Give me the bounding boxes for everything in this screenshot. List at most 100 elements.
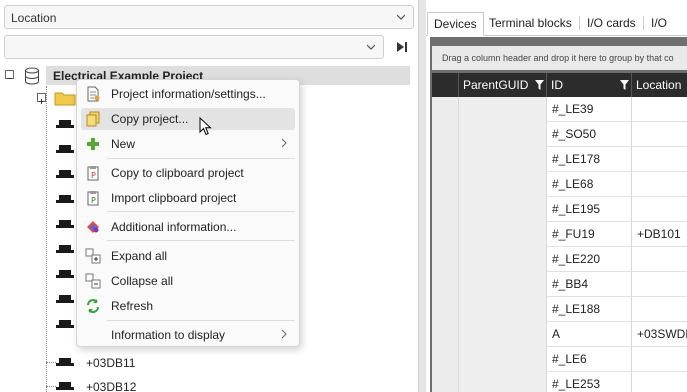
cell-location[interactable]: [632, 147, 687, 172]
table-row[interactable]: #_LE6: [432, 347, 687, 372]
device-icon: [56, 145, 74, 153]
cell-parentguid[interactable]: [459, 347, 547, 372]
cell-location[interactable]: [632, 347, 687, 372]
cell-location[interactable]: [632, 247, 687, 272]
filter-dropdown[interactable]: [4, 35, 384, 59]
cell-id[interactable]: #_LE195: [547, 197, 632, 222]
cell-parentguid[interactable]: [459, 147, 547, 172]
menu-item-refresh[interactable]: Refresh: [81, 295, 295, 317]
cell-parentguid[interactable]: [459, 122, 547, 147]
menu-item-label: Collapse all: [111, 274, 174, 288]
tab-terminal-blocks[interactable]: Terminal blocks: [483, 12, 578, 36]
table-row[interactable]: #_LE253: [432, 372, 687, 392]
table-row[interactable]: #_LE68: [432, 172, 687, 197]
row-selector[interactable]: [432, 197, 459, 222]
table-row[interactable]: #_LE195: [432, 197, 687, 222]
cell-location[interactable]: +DB101: [632, 222, 687, 247]
cell-parentguid[interactable]: [459, 247, 547, 272]
expand-toggle[interactable]: [37, 93, 46, 104]
cell-parentguid[interactable]: [459, 372, 547, 392]
row-selector[interactable]: [432, 297, 459, 322]
row-selector[interactable]: [432, 97, 459, 122]
cell-id[interactable]: #_FU19: [547, 222, 632, 247]
pane-splitter[interactable]: [418, 0, 426, 392]
tree-item[interactable]: +03DB11: [46, 351, 246, 375]
tab-devices[interactable]: Devices: [427, 12, 484, 36]
cell-location[interactable]: [632, 272, 687, 297]
menu-separator: [107, 320, 295, 321]
row-selector[interactable]: [432, 322, 459, 347]
cell-id[interactable]: #_LE188: [547, 297, 632, 322]
database-icon: [25, 67, 39, 85]
row-selector[interactable]: [432, 372, 459, 392]
collapse-toggle[interactable]: [5, 70, 14, 79]
row-selector[interactable]: [432, 272, 459, 297]
menu-item-copy-to-clipboard[interactable]: P Copy to clipboard project: [81, 162, 295, 184]
row-selector[interactable]: [432, 122, 459, 147]
table-row[interactable]: #_FU19 +DB101: [432, 222, 687, 247]
cell-id[interactable]: A: [547, 322, 632, 347]
menu-item-information-to-display[interactable]: Information to display: [81, 324, 295, 346]
table-row[interactable]: #_BB4: [432, 272, 687, 297]
cell-parentguid[interactable]: [459, 322, 547, 347]
table-row[interactable]: #_LE178: [432, 147, 687, 172]
table-row[interactable]: #_LE39: [432, 97, 687, 122]
menu-item-copy-project[interactable]: Copy project...: [81, 108, 295, 130]
menu-item-new[interactable]: New: [81, 133, 295, 155]
table-row[interactable]: A+03SWDE: [432, 322, 687, 347]
column-header-parentguid[interactable]: ParentGUID: [459, 73, 547, 97]
cell-id[interactable]: #_BB4: [547, 272, 632, 297]
apply-arrow-button[interactable]: [390, 37, 412, 57]
cell-location[interactable]: +03SWDE: [632, 322, 687, 347]
cell-location[interactable]: [632, 197, 687, 222]
group-by-panel[interactable]: Drag a column header and drop it here to…: [432, 46, 687, 70]
row-selector[interactable]: [432, 247, 459, 272]
tree-item[interactable]: +03DB12: [46, 375, 246, 392]
menu-item-expand-all[interactable]: Expand all: [81, 245, 295, 267]
cell-parentguid[interactable]: [459, 197, 547, 222]
cell-location[interactable]: [632, 297, 687, 322]
cell-id[interactable]: #_LE6: [547, 347, 632, 372]
chevron-down-icon: [397, 14, 405, 20]
cell-location[interactable]: [632, 172, 687, 197]
menu-item-additional-info[interactable]: Additional information...: [81, 216, 295, 238]
document-settings-icon: [87, 86, 100, 102]
column-header-label: ID: [551, 78, 563, 92]
cell-parentguid[interactable]: [459, 97, 547, 122]
svg-text:P: P: [91, 196, 96, 205]
collapse-all-icon: [85, 273, 101, 289]
table-row[interactable]: #_LE188: [432, 297, 687, 322]
info-icon: [87, 221, 99, 233]
cell-id[interactable]: #_LE253: [547, 372, 632, 392]
table-row[interactable]: #_LE220: [432, 247, 687, 272]
grid-header: ParentGUID ID Location: [432, 73, 687, 97]
menu-item-import-clipboard[interactable]: P Import clipboard project: [81, 187, 295, 209]
tab-io-cards[interactable]: I/O cards: [581, 12, 642, 36]
column-header-location[interactable]: Location: [632, 73, 687, 97]
cell-id[interactable]: #_SO50: [547, 122, 632, 147]
cell-location[interactable]: [632, 97, 687, 122]
row-selector[interactable]: [432, 222, 459, 247]
cell-parentguid[interactable]: [459, 272, 547, 297]
cell-parentguid[interactable]: [459, 297, 547, 322]
row-selector[interactable]: [432, 172, 459, 197]
cell-id[interactable]: #_LE178: [547, 147, 632, 172]
location-dropdown[interactable]: Location: [4, 5, 414, 29]
menu-item-project-info[interactable]: Project information/settings...: [81, 83, 295, 105]
cell-id[interactable]: #_LE220: [547, 247, 632, 272]
cell-parentguid[interactable]: [459, 222, 547, 247]
cell-parentguid[interactable]: [459, 172, 547, 197]
device-icon: [56, 320, 74, 328]
cell-id[interactable]: #_LE39: [547, 97, 632, 122]
cell-location[interactable]: [632, 122, 687, 147]
row-selector[interactable]: [432, 147, 459, 172]
device-icon: [56, 195, 74, 203]
filter-icon[interactable]: [620, 80, 629, 90]
row-selector[interactable]: [432, 347, 459, 372]
cell-id[interactable]: #_LE68: [547, 172, 632, 197]
table-row[interactable]: #_SO50: [432, 122, 687, 147]
filter-icon[interactable]: [535, 80, 544, 90]
tab-io-channels[interactable]: I/O cha: [645, 12, 687, 52]
cell-location[interactable]: [632, 372, 687, 392]
menu-item-collapse-all[interactable]: Collapse all: [81, 270, 295, 292]
